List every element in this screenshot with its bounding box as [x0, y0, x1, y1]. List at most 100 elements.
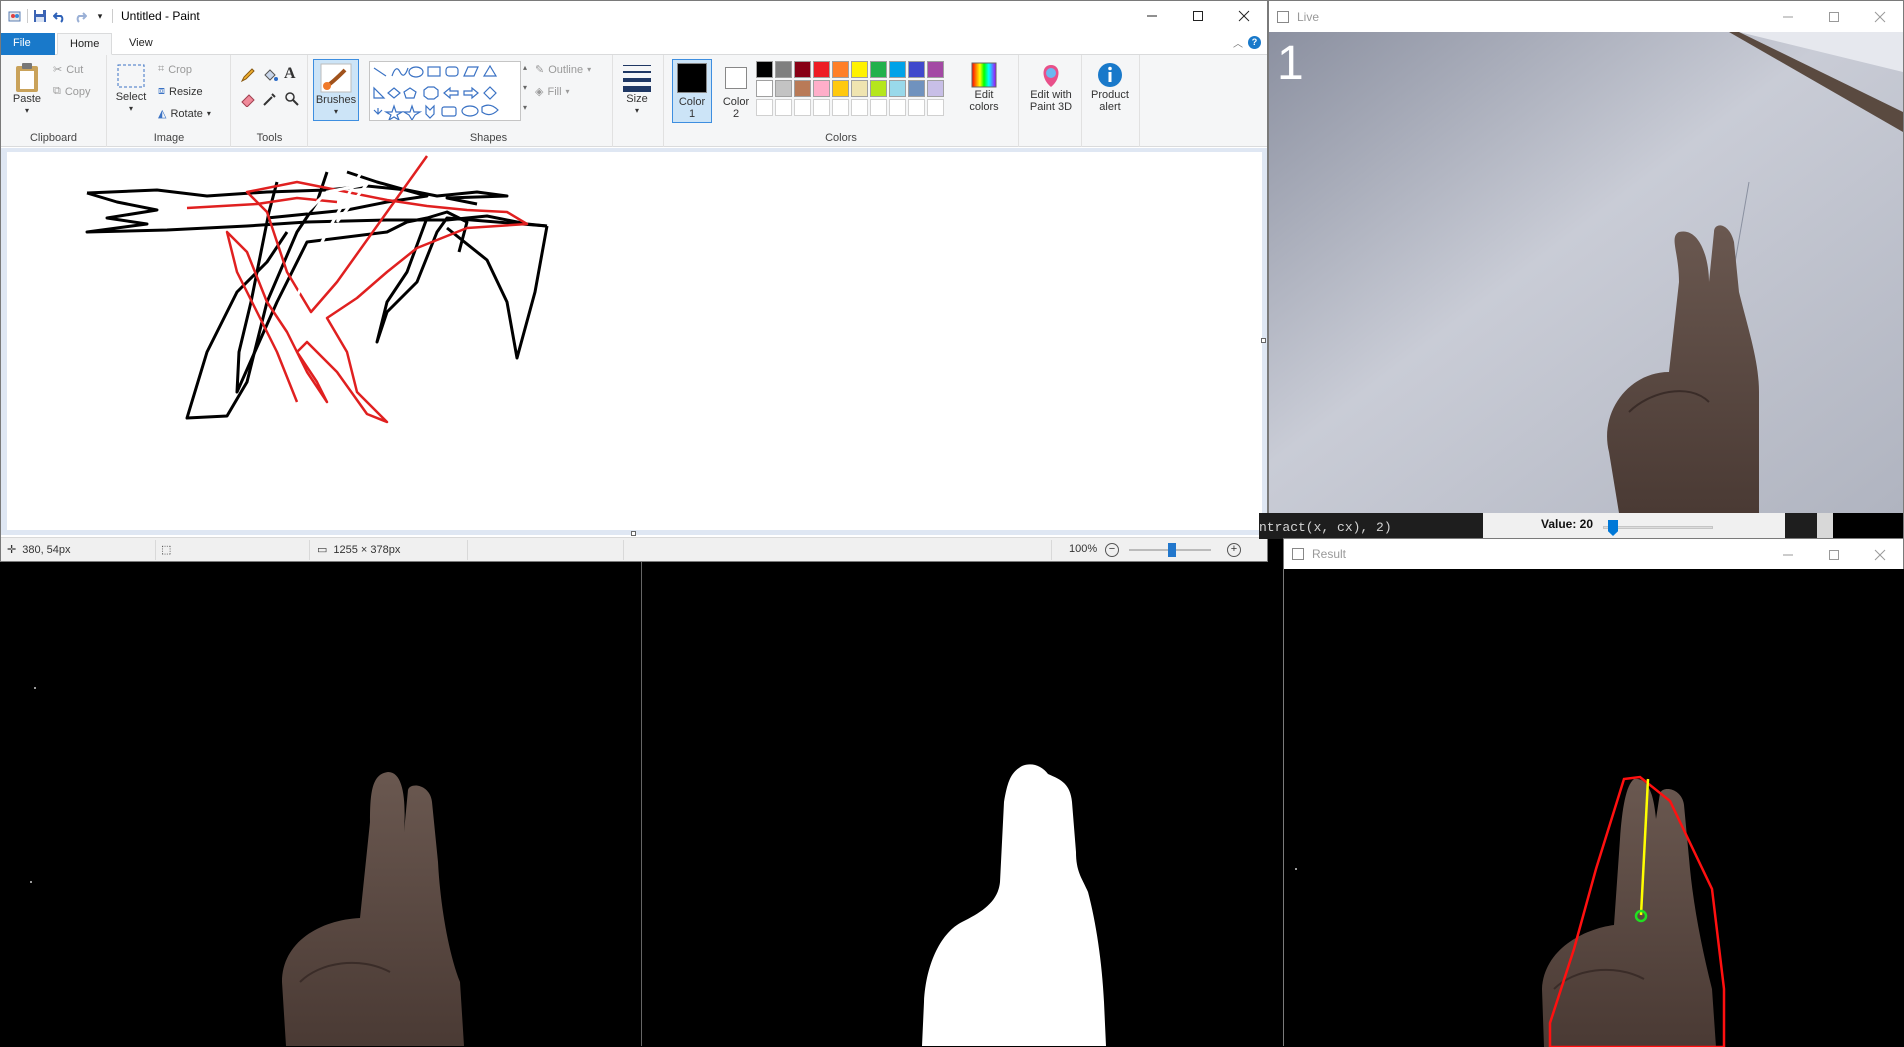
- collapse-ribbon-icon[interactable]: ︿: [1233, 35, 1243, 50]
- outline-button[interactable]: ✎ Outline ▾: [535, 63, 591, 77]
- palette-swatch[interactable]: [794, 99, 811, 116]
- status-divider: [623, 540, 624, 560]
- palette-swatch[interactable]: [908, 61, 925, 78]
- home-ribbon: Paste ▾ ✂ Cut ⧉ Copy Clipboard Select ▾ ⌗ C…: [1, 55, 1267, 147]
- text-tool-icon[interactable]: A: [284, 65, 296, 83]
- palette-swatch[interactable]: [775, 80, 792, 97]
- scroll-down-icon[interactable]: ▾: [523, 83, 527, 92]
- tab-file[interactable]: File: [1, 33, 55, 55]
- palette-swatch[interactable]: [889, 80, 906, 97]
- image-group-label: Image: [153, 132, 185, 144]
- palette-swatch[interactable]: [927, 99, 944, 116]
- crop-button[interactable]: ⌗ Crop: [158, 63, 192, 76]
- palette-swatch[interactable]: [832, 61, 849, 78]
- edit-colors-label: Edit: [974, 89, 994, 101]
- palette-swatch[interactable]: [794, 61, 811, 78]
- cursor-position: ✛ 380, 54px: [7, 543, 71, 557]
- shapes-gallery[interactable]: [369, 61, 521, 122]
- minimize-button[interactable]: [1765, 539, 1811, 570]
- drawing-canvas[interactable]: [7, 152, 1262, 530]
- edit-colors-label-2: colors: [969, 101, 999, 113]
- fill-button[interactable]: ◈ Fill ▾: [535, 85, 570, 99]
- tab-view[interactable]: View: [117, 33, 165, 55]
- palette-swatch[interactable]: [851, 99, 868, 116]
- palette-swatch[interactable]: [851, 80, 868, 97]
- color1-button[interactable]: Color 1: [672, 59, 712, 123]
- chevron-down-icon: ▾: [333, 107, 338, 116]
- result-titlebar: Result: [1284, 539, 1903, 569]
- scissors-icon: ✂: [53, 64, 63, 76]
- palette-swatch[interactable]: [832, 80, 849, 97]
- paste-button[interactable]: Paste ▾: [7, 61, 47, 117]
- color-picker-icon[interactable]: [262, 91, 278, 110]
- minimize-button[interactable]: [1765, 1, 1811, 32]
- eraser-icon[interactable]: [240, 91, 256, 110]
- customize-qat-icon[interactable]: ▾: [92, 8, 108, 24]
- edit-with-paint3d-button[interactable]: Edit with Paint 3D: [1025, 61, 1077, 113]
- palette-swatch[interactable]: [889, 61, 906, 78]
- close-button[interactable]: [1857, 1, 1903, 32]
- value-trackbar[interactable]: Value: 20: [1483, 513, 1785, 539]
- scrollbar-strip: [1817, 513, 1833, 539]
- outline-label: Outline: [548, 63, 584, 76]
- maximize-button[interactable]: [1811, 539, 1857, 570]
- paint3d-icon: [1043, 65, 1059, 87]
- cut-button[interactable]: ✂ Cut: [53, 63, 83, 77]
- paint-titlebar: ▾ Untitled - Paint: [1, 1, 1267, 31]
- trackbar-track[interactable]: [1603, 526, 1713, 529]
- palette-swatch[interactable]: [927, 80, 944, 97]
- select-button[interactable]: Select ▾: [112, 61, 150, 115]
- palette-swatch[interactable]: [870, 80, 887, 97]
- trackbar-thumb[interactable]: [1608, 520, 1618, 536]
- tab-home[interactable]: Home: [57, 33, 113, 55]
- canvas-resize-handle-bottom[interactable]: [631, 531, 636, 536]
- scroll-up-icon[interactable]: ▴: [523, 63, 527, 72]
- palette-swatch[interactable]: [908, 99, 925, 116]
- maximize-button[interactable]: [1175, 1, 1221, 31]
- size-button[interactable]: Size ▾: [617, 61, 657, 117]
- zoom-out-icon[interactable]: −: [1105, 543, 1119, 557]
- palette-swatch[interactable]: [813, 99, 830, 116]
- selection-size-icon-wrap: ⬚: [161, 543, 171, 556]
- palette-swatch[interactable]: [832, 99, 849, 116]
- undo-icon[interactable]: [52, 8, 68, 24]
- palette-swatch[interactable]: [908, 80, 925, 97]
- info-icon: [1098, 63, 1122, 87]
- crosshair-icon: ✛: [7, 544, 17, 556]
- palette-swatch[interactable]: [889, 99, 906, 116]
- product-alert-button[interactable]: Product alert: [1087, 61, 1133, 113]
- palette-swatch[interactable]: [756, 61, 773, 78]
- palette-swatch[interactable]: [794, 80, 811, 97]
- palette-swatch[interactable]: [813, 80, 830, 97]
- palette-swatch[interactable]: [813, 61, 830, 78]
- magnifier-icon[interactable]: [284, 91, 300, 110]
- palette-swatch[interactable]: [775, 99, 792, 116]
- palette-swatch[interactable]: [756, 80, 773, 97]
- save-icon[interactable]: [32, 8, 48, 24]
- redo-icon[interactable]: [72, 8, 88, 24]
- palette-swatch[interactable]: [870, 99, 887, 116]
- edit-colors-button[interactable]: Edit colors: [966, 61, 1002, 113]
- palette-swatch[interactable]: [870, 61, 887, 78]
- copy-button[interactable]: ⧉ Copy: [53, 85, 91, 98]
- chevron-down-icon: ▾: [634, 106, 639, 115]
- color2-button[interactable]: Color 2: [718, 59, 754, 120]
- close-button[interactable]: [1857, 539, 1903, 570]
- zoom-slider-thumb[interactable]: [1168, 543, 1176, 557]
- help-icon[interactable]: ?: [1248, 36, 1261, 49]
- rotate-button[interactable]: ◭ Rotate ▾: [158, 107, 211, 121]
- close-button[interactable]: [1221, 1, 1267, 31]
- palette-swatch[interactable]: [927, 61, 944, 78]
- palette-swatch[interactable]: [756, 99, 773, 116]
- canvas-resize-handle-right[interactable]: [1261, 338, 1266, 343]
- palette-swatch[interactable]: [851, 61, 868, 78]
- zoom-in-icon[interactable]: +: [1227, 543, 1241, 557]
- palette-swatch[interactable]: [775, 61, 792, 78]
- minimize-button[interactable]: [1129, 1, 1175, 31]
- maximize-button[interactable]: [1811, 1, 1857, 32]
- pencil-icon[interactable]: [240, 67, 256, 86]
- expand-gallery-icon[interactable]: ▾: [523, 103, 527, 112]
- brushes-button[interactable]: Brushes ▾: [313, 59, 359, 121]
- fill-bucket-icon[interactable]: [262, 67, 278, 86]
- resize-button[interactable]: ⧈ Resize: [158, 85, 203, 98]
